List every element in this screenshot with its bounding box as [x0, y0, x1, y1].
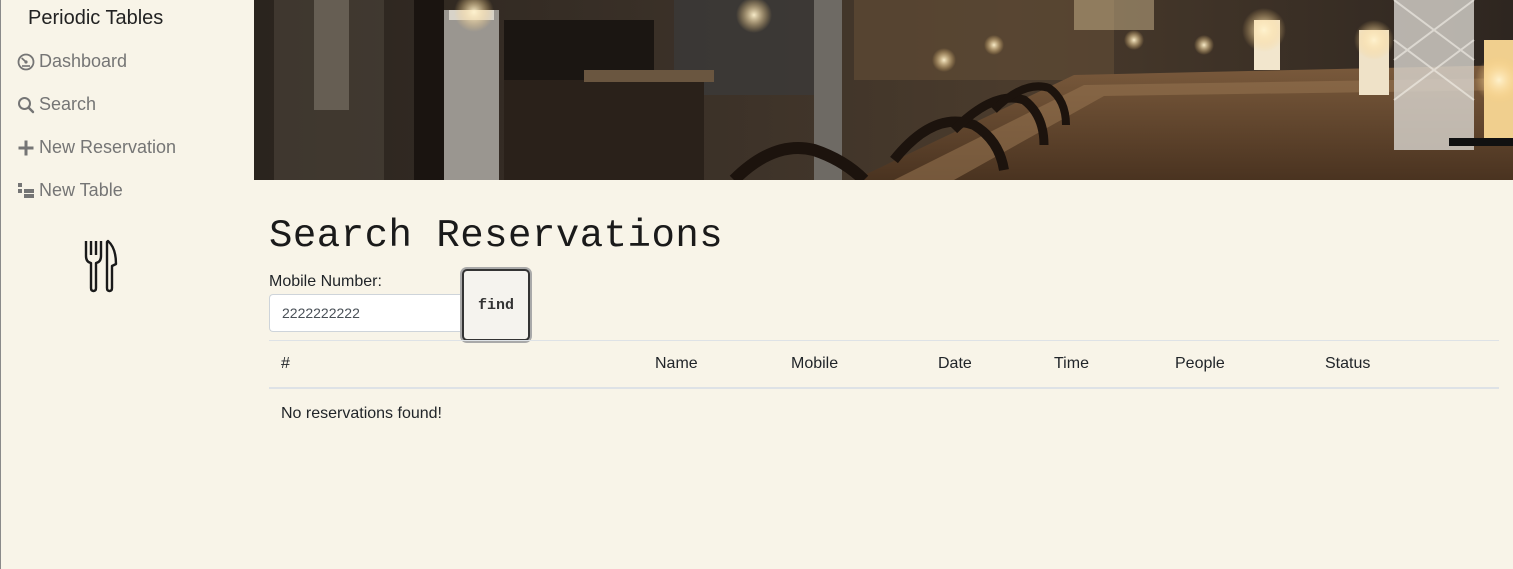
- sidebar-item-label: Dashboard: [39, 51, 128, 71]
- app-window: Periodic Tables Dashboard Search New Res…: [0, 0, 1513, 569]
- column-header-status: Status: [1313, 340, 1499, 389]
- column-header-number: #: [269, 340, 643, 389]
- reservations-table: # Name Mobile Date Time People Status No…: [269, 340, 1499, 439]
- sidebar-item-label: Search: [39, 94, 97, 114]
- restaurant-interior-image: [254, 0, 1513, 180]
- table-icon: [16, 181, 36, 201]
- sidebar-item-label: New Table: [39, 180, 123, 200]
- sidebar-item-search[interactable]: Search: [16, 94, 96, 115]
- column-header-time: Time: [1042, 340, 1163, 389]
- sidebar-item-label: New Reservation: [39, 137, 177, 157]
- brand-title[interactable]: Periodic Tables: [28, 7, 163, 30]
- mobile-number-input[interactable]: [269, 294, 463, 332]
- column-header-name: Name: [643, 340, 779, 389]
- sidebar-item-dashboard[interactable]: Dashboard: [16, 51, 127, 72]
- utensils-icon: [84, 239, 118, 293]
- mobile-number-label: Mobile Number:: [269, 273, 382, 290]
- table-row: No reservations found!: [269, 388, 1499, 439]
- dashboard-icon: [16, 52, 36, 72]
- plus-icon: [16, 138, 36, 158]
- column-header-date: Date: [926, 340, 1042, 389]
- hero-banner-image: [254, 0, 1513, 180]
- find-button[interactable]: find: [462, 269, 530, 341]
- sidebar: Periodic Tables Dashboard Search New Res…: [1, 0, 253, 569]
- table-header-row: # Name Mobile Date Time People Status: [269, 340, 1499, 389]
- column-header-mobile: Mobile: [779, 340, 926, 389]
- sidebar-item-new-table[interactable]: New Table: [16, 180, 123, 201]
- page-title: Search Reservations: [269, 214, 724, 258]
- empty-message: No reservations found!: [281, 404, 442, 422]
- sidebar-item-new-reservation[interactable]: New Reservation: [16, 137, 176, 158]
- column-header-people: People: [1163, 340, 1313, 389]
- search-icon: [16, 95, 36, 115]
